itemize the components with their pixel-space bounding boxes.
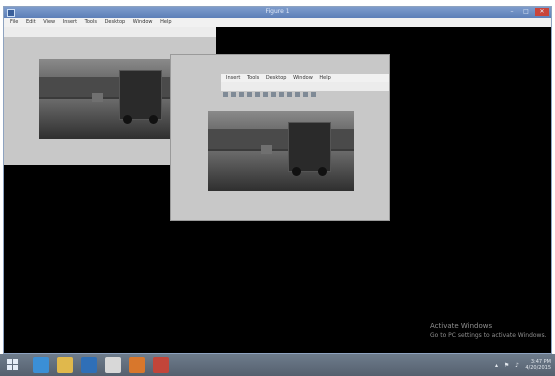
maximize-button[interactable]: □ [521, 8, 531, 16]
data-cursor-icon[interactable] [263, 92, 268, 97]
menu-bar-2: Insert Tools Desktop Window Help [221, 74, 389, 82]
watermark-subtitle: Go to PC settings to activate Windows. [430, 332, 547, 339]
notepad-icon[interactable] [105, 357, 121, 373]
link-icon[interactable] [279, 92, 284, 97]
video-player-icon[interactable] [153, 357, 169, 373]
minimize-button[interactable]: – [507, 8, 517, 16]
matlab-icon[interactable] [129, 357, 145, 373]
car [260, 144, 273, 155]
menu-window[interactable]: Window [133, 18, 153, 27]
title-bar[interactable]: Figure 1 – □ ✕ [4, 7, 551, 18]
window-title: Figure 1 [265, 8, 290, 15]
menu-desktop[interactable]: Desktop [105, 18, 126, 27]
watermark-title: Activate Windows [430, 322, 493, 330]
menu-help-2[interactable]: Help [319, 74, 330, 82]
menu-help[interactable]: Help [160, 18, 171, 27]
menu-view[interactable]: View [43, 18, 55, 27]
figure-toolbar [4, 27, 216, 42]
zoom-out-icon[interactable] [239, 92, 244, 97]
hide-tools-icon[interactable] [303, 92, 308, 97]
menu-edit[interactable]: Edit [26, 18, 36, 27]
internet-explorer-icon[interactable] [33, 357, 49, 373]
zoom-in-icon[interactable] [231, 92, 236, 97]
menu-file[interactable]: File [10, 18, 18, 27]
clock[interactable]: 3:47 PM 4/20/2015 [525, 359, 551, 371]
figure-window-2: Insert Tools Desktop Window Help [170, 54, 390, 221]
pointer-icon[interactable] [223, 92, 228, 97]
road-image [39, 59, 185, 139]
taskbar: ▴ ⚑ ♪ 3:47 PM 4/20/2015 [0, 354, 555, 376]
colorbar-icon[interactable] [287, 92, 292, 97]
road-image-2 [208, 111, 354, 191]
show-tools-icon[interactable] [311, 92, 316, 97]
figure-toolbar-2 [221, 82, 389, 97]
truck [287, 122, 331, 177]
windows-media-player-icon[interactable] [81, 357, 97, 373]
pan-icon[interactable] [247, 92, 252, 97]
menu-insert-2[interactable]: Insert [226, 74, 240, 82]
rotate-icon[interactable] [255, 92, 260, 97]
start-button[interactable] [7, 359, 19, 371]
close-button[interactable]: ✕ [535, 8, 549, 16]
menu-window-2[interactable]: Window [293, 74, 313, 82]
brush-icon[interactable] [271, 92, 276, 97]
menu-insert[interactable]: Insert [63, 18, 77, 27]
menu-desktop-2[interactable]: Desktop [266, 74, 287, 82]
legend-icon[interactable] [295, 92, 300, 97]
screen: Figure 1 – □ ✕ File Edit View Insert Too… [0, 0, 555, 376]
truck [118, 70, 162, 125]
file-explorer-icon[interactable] [57, 357, 73, 373]
menu-bar: File Edit View Insert Tools Desktop Wind… [4, 18, 551, 27]
clock-date: 4/20/2015 [525, 365, 551, 371]
menu-tools[interactable]: Tools [85, 18, 97, 27]
car [91, 92, 104, 103]
activation-watermark: Activate Windows Go to PC settings to ac… [430, 322, 547, 340]
system-tray[interactable]: ▴ ⚑ ♪ [495, 362, 521, 369]
menu-tools-2[interactable]: Tools [247, 74, 259, 82]
